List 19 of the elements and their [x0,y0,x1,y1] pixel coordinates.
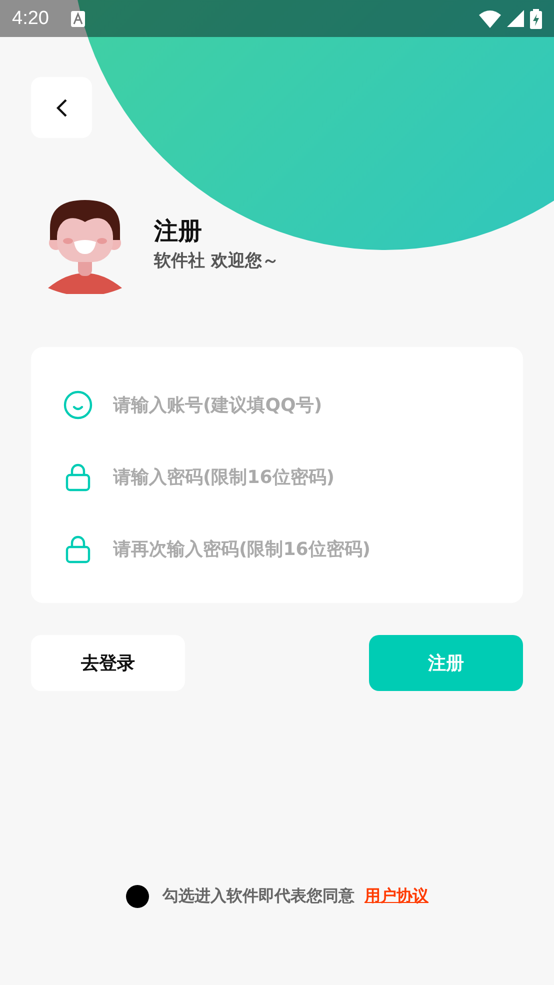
password-field[interactable]: 请输入密码(限制16位密码) [111,466,491,488]
smile-icon [63,390,93,420]
user-agreement-link[interactable]: 用户协议 [364,886,428,907]
agreement-text: 勾选进入软件即代表您同意 [162,886,354,907]
welcome-subtitle: 软件社 欢迎您～ [154,250,279,272]
lock-icon [63,534,93,564]
wifi-icon [479,10,501,28]
account-field[interactable]: 请输入账号(建议填QQ号) [111,394,491,416]
agreement-radio[interactable] [126,885,148,908]
lock-icon [63,462,93,492]
status-time: 4:20 [12,8,49,30]
battery-icon [530,8,542,28]
back-icon [56,98,68,118]
register-button[interactable]: 注册 [369,635,523,691]
keyboard-icon [70,10,85,26]
password-field[interactable]: 请再次输入密码(限制16位密码) [111,538,491,560]
signal-icon [507,10,524,27]
page-title: 注册 [154,216,203,246]
login-button[interactable]: 去登录 [31,635,185,691]
